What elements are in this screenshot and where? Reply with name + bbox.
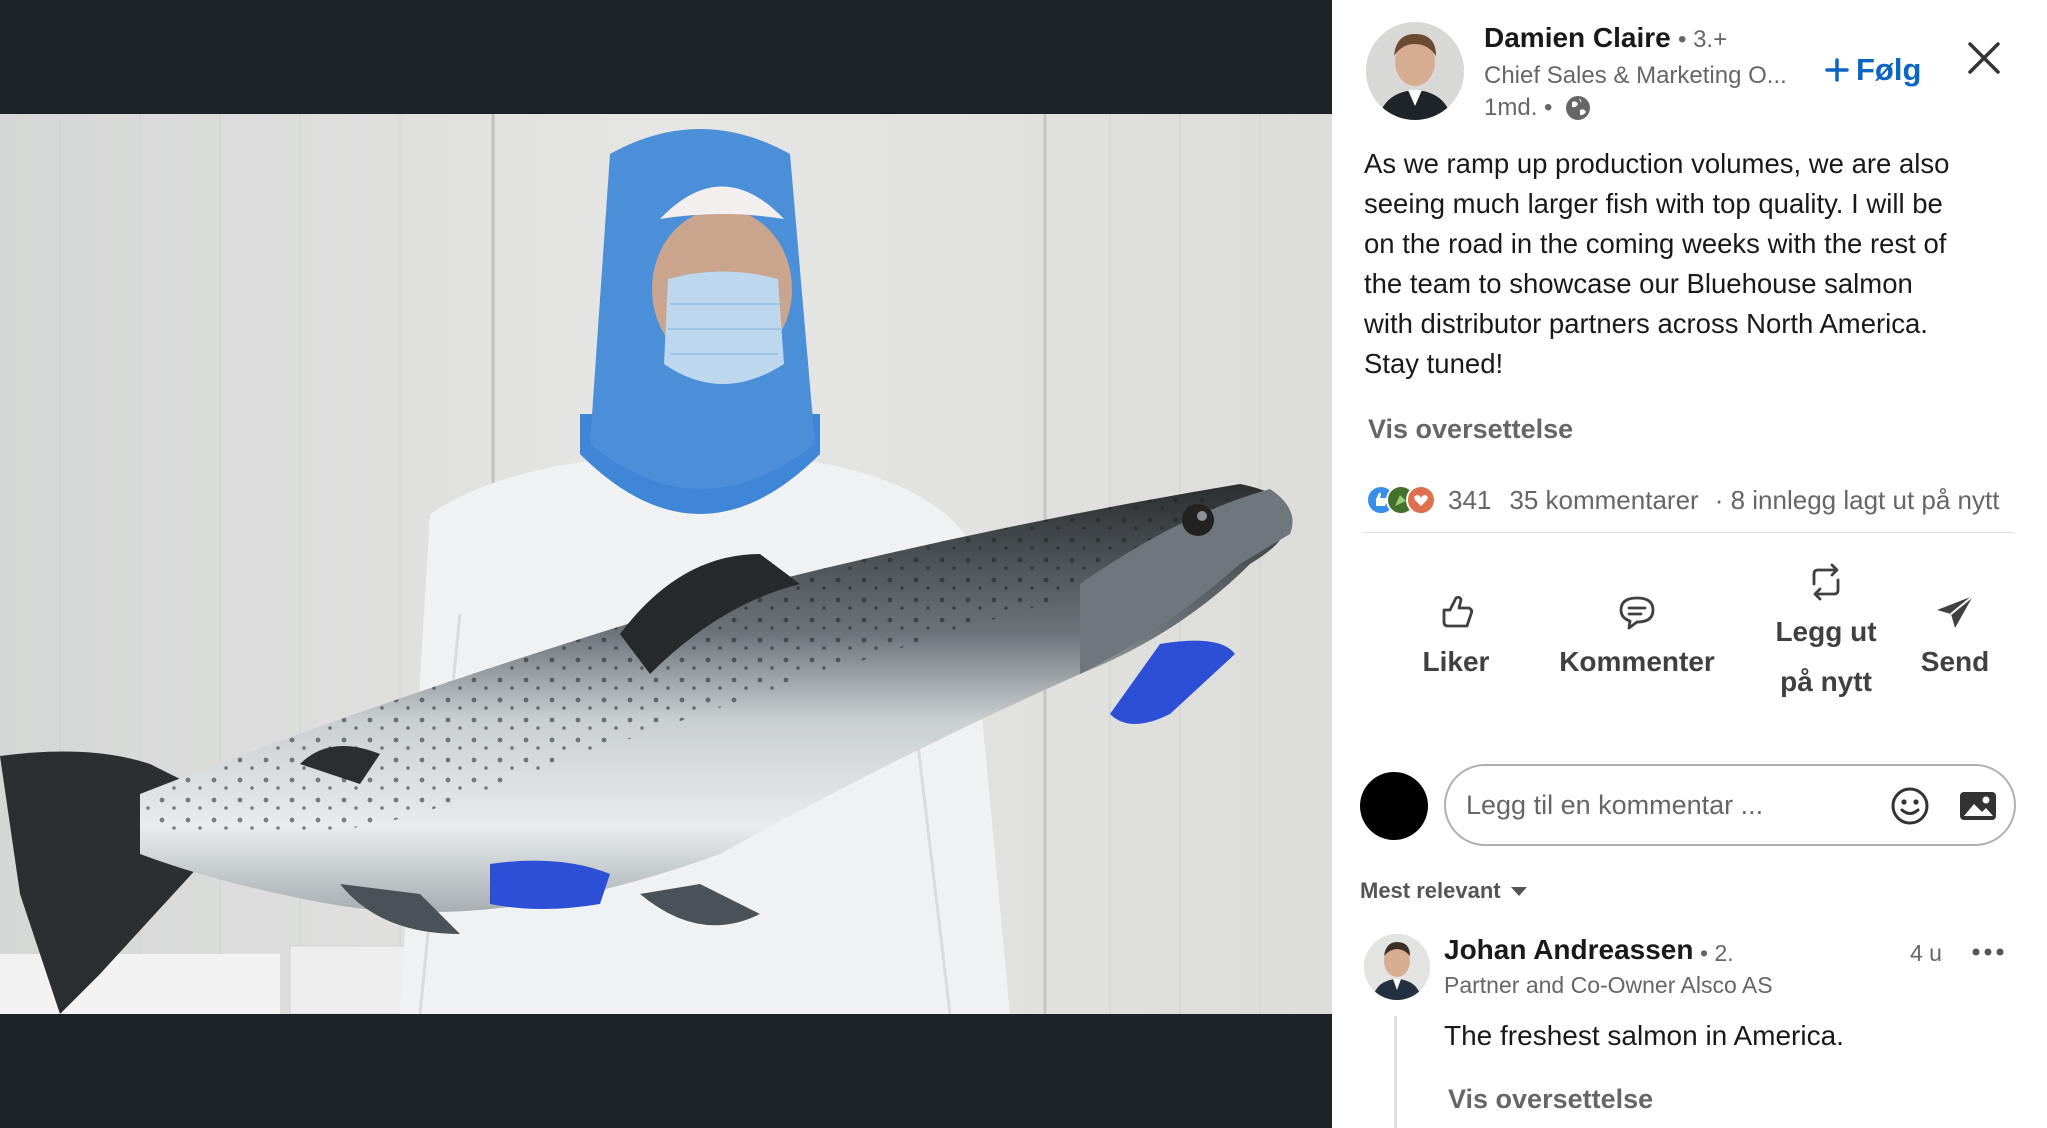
reaction-count[interactable]: 341 [1448,485,1491,516]
comment-button[interactable]: Kommenter [1532,590,1742,690]
send-icon [1937,595,1974,628]
post-timestamp: 1md. • [1484,94,1553,121]
social-counts-bar: 341 35 kommentarer · 8 innlegg lagt ut p… [1366,480,1999,520]
comment-icon [1619,596,1655,630]
caret-down-icon [1510,887,1527,896]
comment-label: Kommenter [1559,646,1715,677]
author-connection-degree: • 3.+ [1678,26,1728,53]
plus-icon [1825,58,1849,82]
comment-count[interactable]: 35 kommentarer [1509,485,1698,516]
follow-button[interactable]: Følg [1824,52,1921,88]
close-icon[interactable] [1962,36,2006,80]
post-text-line: on the road in the coming weeks with the… [1364,228,1947,259]
author-headline: Chief Sales & Marketing O... [1484,62,1787,89]
repost-label-line2: på nytt [1780,666,1872,697]
post-text-line: seeing much larger fish with top quality… [1364,188,1943,219]
like-button[interactable]: Liker [1396,590,1516,690]
commenter-avatar[interactable] [1364,934,1430,1000]
repost-icon [1812,563,1840,601]
person-avatar-icon [1366,22,1464,120]
more-options-icon[interactable] [1968,938,2008,966]
send-label: Send [1920,646,1990,677]
love-reaction-icon [1406,485,1436,515]
like-label: Liker [1422,646,1490,677]
author-name[interactable]: Damien Claire [1484,22,1671,54]
author-avatar[interactable] [1366,22,1464,120]
repost-count[interactable]: · 8 innlegg lagt ut på nytt [1715,485,2000,516]
follow-label: Følg [1856,52,1922,87]
emoji-icon[interactable] [1888,784,1932,828]
repost-button[interactable]: Legg ut på nytt [1756,560,1896,710]
repost-label-line1: Legg ut [1775,616,1877,647]
thumbs-up-icon [1442,595,1474,628]
send-button[interactable]: Send [1900,590,2010,690]
image-icon[interactable] [1956,784,2000,828]
comment-thread-line [1394,1016,1397,1128]
post-text-line: with distributor partners across North A… [1364,308,1928,339]
post-text-line: As we ramp up production volumes, we are… [1364,148,1950,179]
comment-input-placeholder: Legg til en kommentar ... [1466,789,1764,820]
comment-see-translation-link[interactable]: Vis oversettelse [1448,1084,1653,1115]
post-text-line: the team to showcase our Bluehouse salmo… [1364,268,1913,299]
comment-input[interactable]: Legg til en kommentar ... [1444,764,2016,846]
post-body-text: As we ramp up production volumes, we are… [1364,144,2024,384]
commenter-name[interactable]: Johan Andreassen [1444,934,1693,966]
post-text-line: Stay tuned! [1364,348,1504,379]
sort-label: Mest relevant [1360,878,1501,903]
post-detail-panel: Damien Claire • 3.+ Chief Sales & Market… [1332,0,2047,1128]
comment-text: The freshest salmon in America. [1444,1020,1844,1051]
current-user-avatar [1360,772,1428,840]
media-viewer [0,0,1332,1128]
person-avatar-icon [1364,934,1430,1000]
social-action-bar: Liker Kommenter Legg ut på nytt Send [1332,560,2047,720]
salmon-photo [0,114,1332,1014]
commenter-connection-degree: • 2. [1700,940,1734,966]
commenter-headline: Partner and Co-Owner Alsco AS [1444,972,1773,998]
comment-timestamp: 4 u [1910,940,1942,966]
globe-icon [1566,96,1590,120]
reactions-summary[interactable] [1366,483,1436,517]
divider [1364,532,2014,533]
comment-sort-dropdown[interactable]: Mest relevant [1360,878,1529,904]
see-translation-link[interactable]: Vis oversettelse [1368,414,1573,445]
